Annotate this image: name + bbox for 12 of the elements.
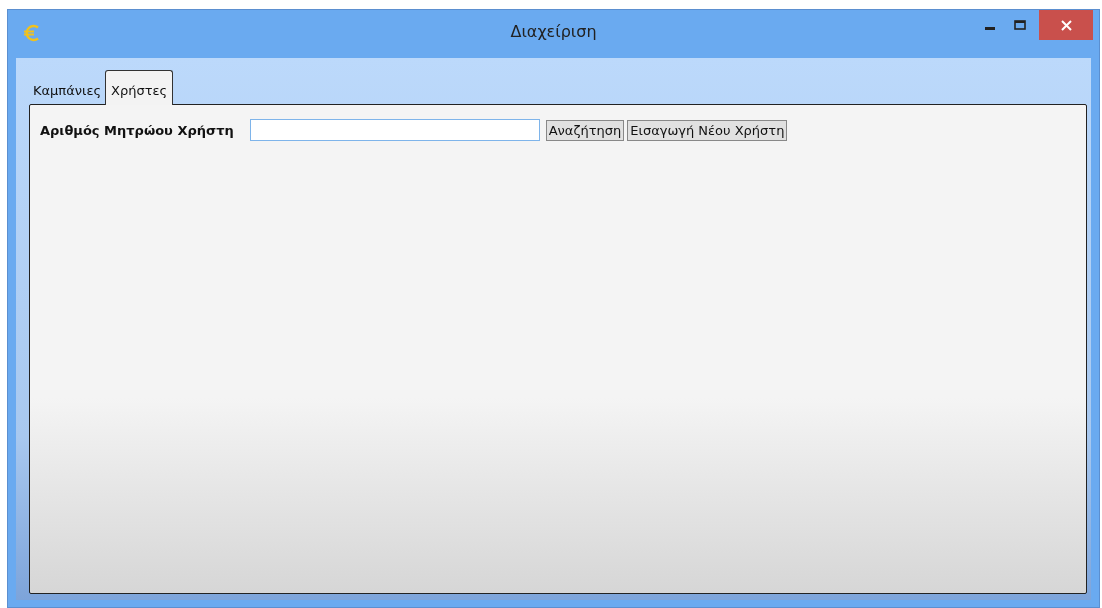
field-label: Αριθμός Μητρώου Χρήστη [40, 122, 234, 138]
euro-icon [22, 23, 42, 43]
input-field[interactable] [249, 119, 540, 141]
maximize-icon [1014, 20, 1026, 30]
close-icon [1060, 19, 1072, 31]
search-button[interactable]: Αναζήτηση [545, 119, 625, 141]
minimize-icon [985, 27, 995, 30]
add-user-button[interactable]: Εισαγωγή Νέου Χρήστη [627, 119, 788, 141]
tab[interactable]: Χρήστες [105, 70, 174, 105]
close-button[interactable] [1039, 10, 1093, 40]
window-title: Διαχείριση [510, 22, 597, 41]
tab[interactable]: Καμπάνιες [29, 76, 106, 104]
